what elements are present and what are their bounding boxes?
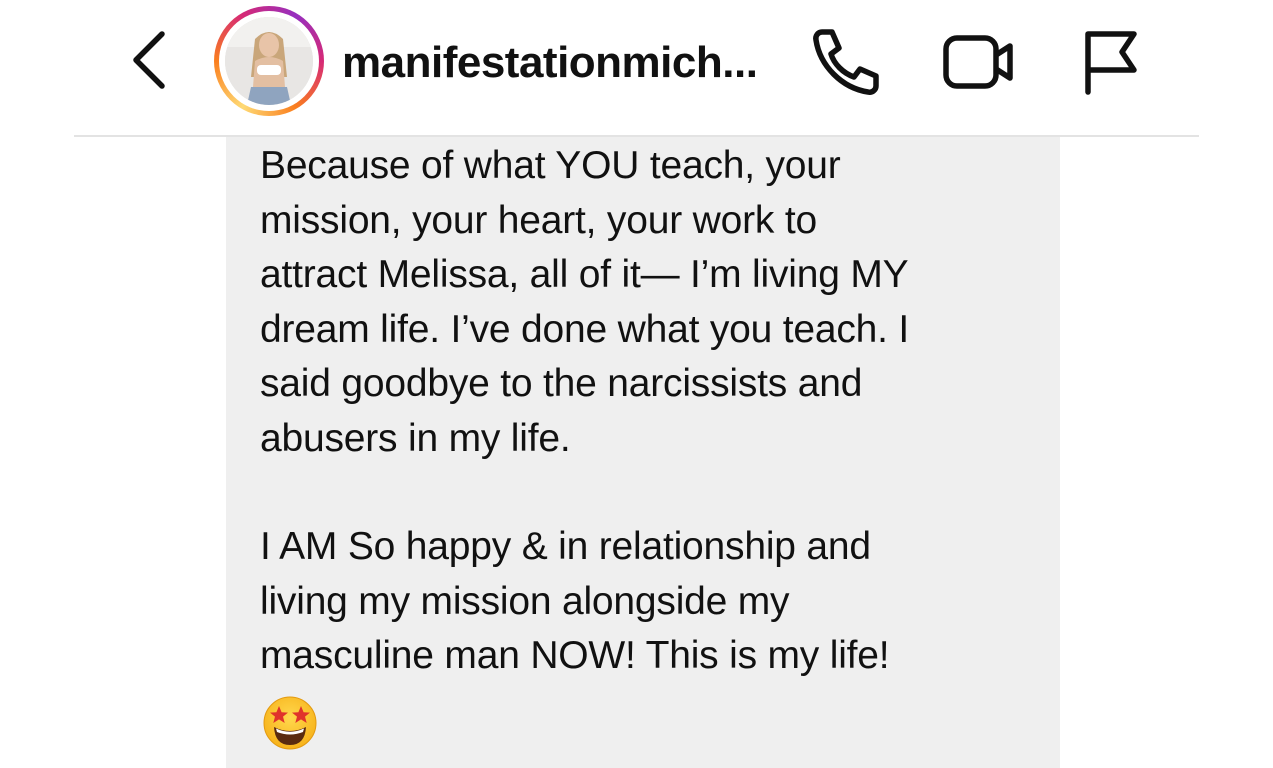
message-bubble[interactable]: Because of what YOU teach, your mission,…: [226, 137, 1060, 768]
avatar[interactable]: [214, 6, 324, 116]
video-call-button[interactable]: [938, 28, 1018, 98]
direct-message-screen: manifestationmich... Because of what YOU…: [0, 0, 1273, 768]
back-button[interactable]: [120, 24, 180, 96]
flag-icon: [1085, 31, 1137, 95]
star-struck-emoji-icon: [262, 695, 318, 751]
avatar-photo: [225, 17, 313, 105]
message-paragraph-1: Because of what YOU teach, your mission,…: [260, 144, 910, 460]
video-camera-icon: [943, 35, 1013, 89]
message-text: Because of what YOU teach, your mission,…: [260, 139, 1050, 684]
message-paragraph-2: I AM So happy & in relationship and livi…: [260, 525, 890, 677]
call-button[interactable]: [808, 24, 884, 100]
username[interactable]: manifestationmich...: [342, 38, 758, 88]
conversation-header: manifestationmich...: [0, 0, 1273, 136]
phone-icon: [813, 29, 879, 95]
report-button[interactable]: [1076, 26, 1146, 98]
chevron-left-icon: [133, 31, 165, 89]
